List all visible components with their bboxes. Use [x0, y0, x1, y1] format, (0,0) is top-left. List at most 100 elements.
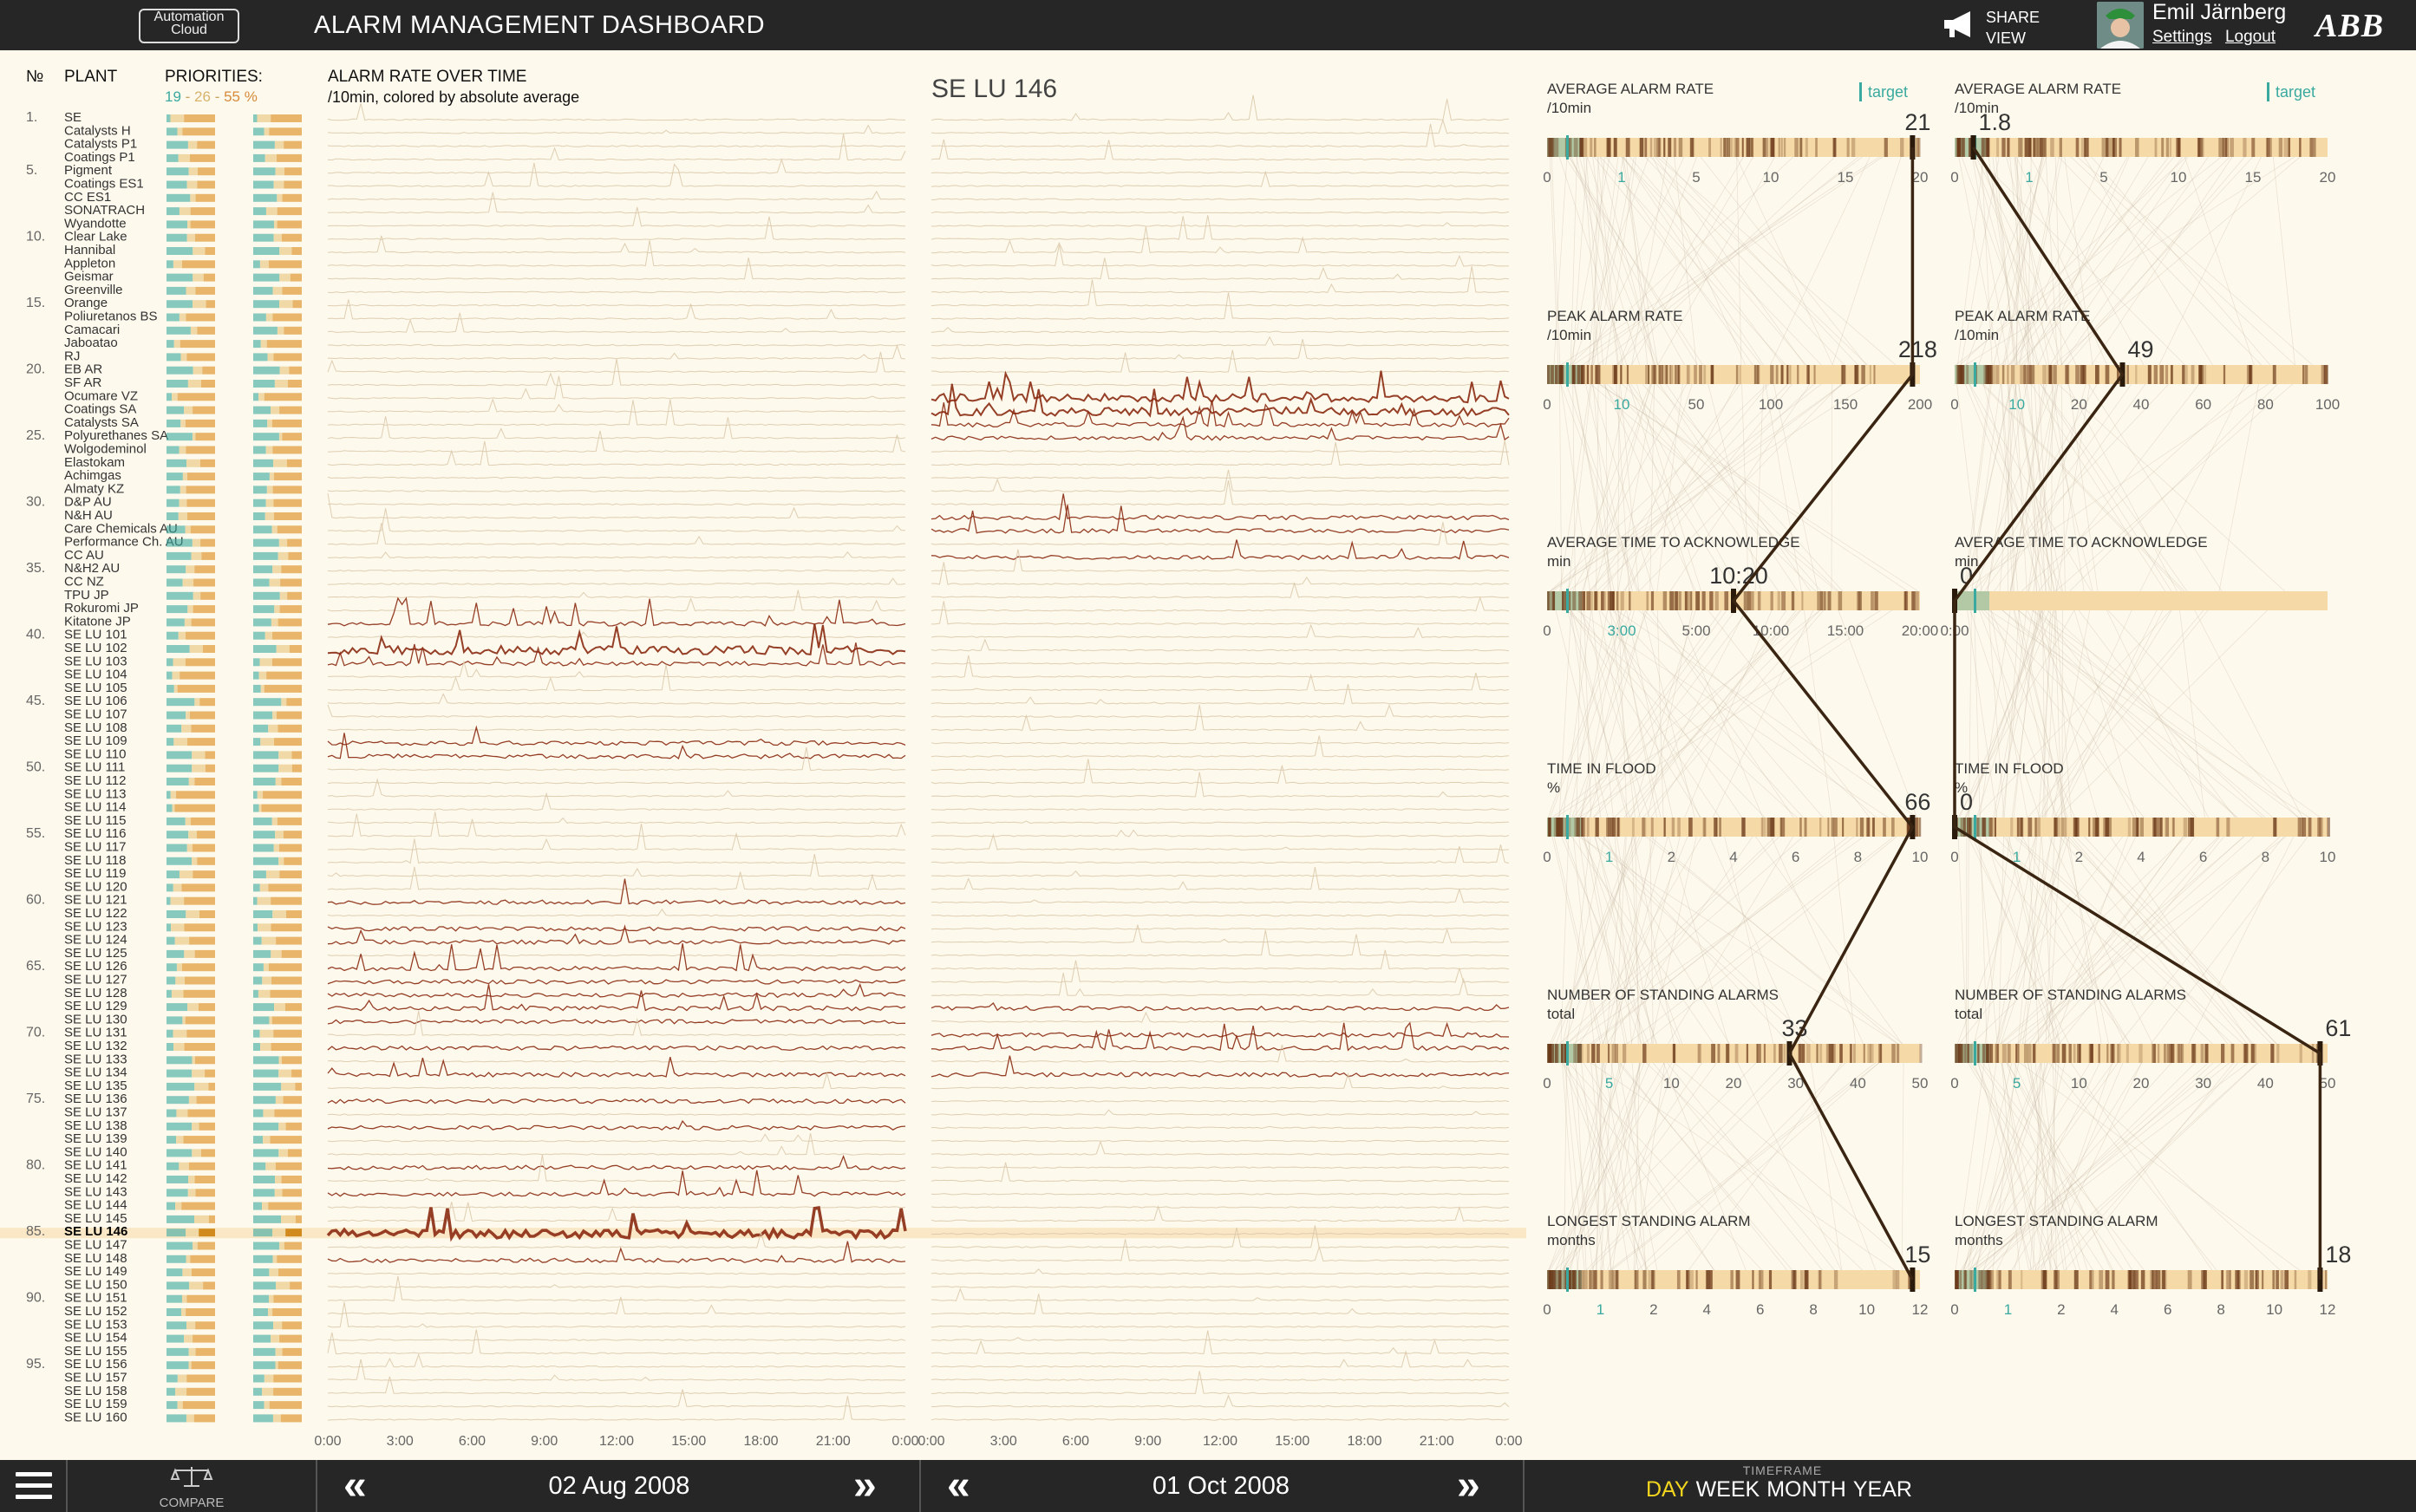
- sparkline[interactable]: [327, 1241, 906, 1264]
- sparkline[interactable]: [327, 190, 906, 201]
- sparkline[interactable]: [327, 728, 906, 732]
- sparkline[interactable]: [327, 596, 906, 627]
- sparkline[interactable]: [327, 1170, 906, 1197]
- sparkline[interactable]: [930, 1140, 1510, 1156]
- sparkline[interactable]: [327, 503, 906, 505]
- sparkline[interactable]: [930, 1072, 1510, 1090]
- sparkline[interactable]: [327, 303, 906, 307]
- metric-axis-bar[interactable]: [1955, 365, 2328, 384]
- menu-icon[interactable]: [16, 1472, 52, 1500]
- sparkline[interactable]: [930, 339, 1509, 360]
- sparkline[interactable]: [930, 870, 1510, 877]
- sparkline[interactable]: [327, 817, 906, 824]
- sparkline[interactable]: [930, 440, 1510, 466]
- sparkline[interactable]: [327, 1060, 906, 1063]
- sparkline[interactable]: [931, 562, 1510, 585]
- sparkline[interactable]: [930, 1326, 1510, 1328]
- sparkline[interactable]: [930, 257, 1510, 280]
- sparkline[interactable]: [930, 1021, 1510, 1039]
- sparkline[interactable]: [930, 924, 1510, 943]
- sparkline[interactable]: [327, 1133, 906, 1143]
- sparkline[interactable]: [930, 170, 1510, 187]
- sparkline[interactable]: [327, 1113, 906, 1116]
- sparkline[interactable]: [930, 480, 1510, 505]
- sparkline[interactable]: [930, 888, 1510, 903]
- sparkline[interactable]: [327, 1329, 906, 1355]
- sparkline[interactable]: [327, 878, 906, 905]
- sparkline[interactable]: [327, 704, 906, 718]
- sparkline[interactable]: [327, 493, 906, 519]
- sparkline[interactable]: [930, 973, 1510, 997]
- sparkline[interactable]: [327, 781, 906, 785]
- timeframe-day[interactable]: DAY: [1646, 1477, 1689, 1502]
- sparkline[interactable]: [327, 1301, 906, 1328]
- sparkline[interactable]: [930, 1139, 1510, 1143]
- sparkline[interactable]: [327, 206, 905, 227]
- next-date-left-button[interactable]: »: [853, 1465, 877, 1507]
- sparkline[interactable]: [930, 349, 1510, 373]
- sparkline[interactable]: [327, 1376, 906, 1395]
- sparkline[interactable]: [327, 299, 906, 320]
- sparkline[interactable]: [930, 833, 1510, 850]
- sparkline[interactable]: [930, 867, 1510, 890]
- sparkline[interactable]: [930, 1099, 1510, 1103]
- sparkline[interactable]: [930, 469, 1509, 492]
- sparkline[interactable]: [930, 292, 1510, 320]
- sparkline[interactable]: [930, 1268, 1510, 1275]
- sparkline[interactable]: [327, 216, 906, 240]
- sparkline[interactable]: [327, 979, 906, 985]
- sparkline[interactable]: [327, 924, 906, 945]
- prev-date-left-button[interactable]: «: [343, 1465, 367, 1507]
- sparkline[interactable]: [327, 416, 906, 440]
- sparkline[interactable]: [930, 655, 1510, 678]
- sparkline[interactable]: [327, 240, 906, 267]
- sparkline[interactable]: [930, 1294, 1510, 1315]
- sparkline[interactable]: [931, 1337, 1510, 1341]
- timeframe-week[interactable]: WEEK: [1696, 1477, 1760, 1502]
- sparkline[interactable]: [930, 1418, 1510, 1421]
- sparkline[interactable]: [327, 1272, 906, 1275]
- sparkline[interactable]: [327, 733, 906, 759]
- timeframe-year[interactable]: YEAR: [1853, 1477, 1912, 1502]
- sparkline[interactable]: [930, 638, 1510, 652]
- sparkline[interactable]: [930, 549, 1510, 572]
- sparkline[interactable]: [930, 672, 1510, 692]
- sparkline[interactable]: [327, 375, 906, 400]
- sparkline[interactable]: [327, 854, 905, 877]
- sparkline[interactable]: [327, 1154, 906, 1183]
- sparkline[interactable]: [327, 1098, 906, 1105]
- sparkline[interactable]: [930, 929, 1509, 957]
- sparkline[interactable]: [327, 158, 905, 174]
- sparkline[interactable]: [930, 735, 1510, 758]
- sparkline[interactable]: [327, 908, 906, 917]
- sparkline[interactable]: [930, 139, 1510, 161]
- sparkline[interactable]: [327, 257, 906, 280]
- sparkline[interactable]: [327, 192, 906, 214]
- sparkline[interactable]: [930, 1193, 1510, 1196]
- sparkline[interactable]: [930, 772, 1510, 798]
- sparkline[interactable]: [930, 123, 1510, 147]
- sparkline[interactable]: [327, 838, 905, 864]
- compare-button[interactable]: COMPARE: [154, 1465, 229, 1510]
- sparkline[interactable]: [327, 430, 906, 453]
- sparkline[interactable]: [328, 398, 906, 413]
- sparkline[interactable]: [930, 1378, 1510, 1381]
- sparkline[interactable]: [930, 808, 1510, 811]
- sparkline[interactable]: [930, 118, 1510, 134]
- sparkline[interactable]: [327, 162, 906, 187]
- sparkline[interactable]: [327, 440, 905, 466]
- sparkline[interactable]: [930, 960, 1510, 983]
- sparkline[interactable]: [327, 1045, 906, 1052]
- sparkline[interactable]: [930, 244, 1510, 267]
- sparkline[interactable]: [327, 1133, 906, 1156]
- sparkline[interactable]: [931, 1012, 1510, 1023]
- sparkline[interactable]: [930, 741, 1510, 745]
- sparkline[interactable]: [327, 1057, 906, 1078]
- sparkline[interactable]: [327, 551, 905, 559]
- sparkline[interactable]: [327, 490, 906, 492]
- sparkline[interactable]: [327, 693, 906, 705]
- sparkline[interactable]: [930, 1002, 1510, 1012]
- sparkline[interactable]: [930, 914, 1510, 917]
- sparkline[interactable]: [930, 493, 1510, 521]
- sparkline[interactable]: [930, 662, 1510, 665]
